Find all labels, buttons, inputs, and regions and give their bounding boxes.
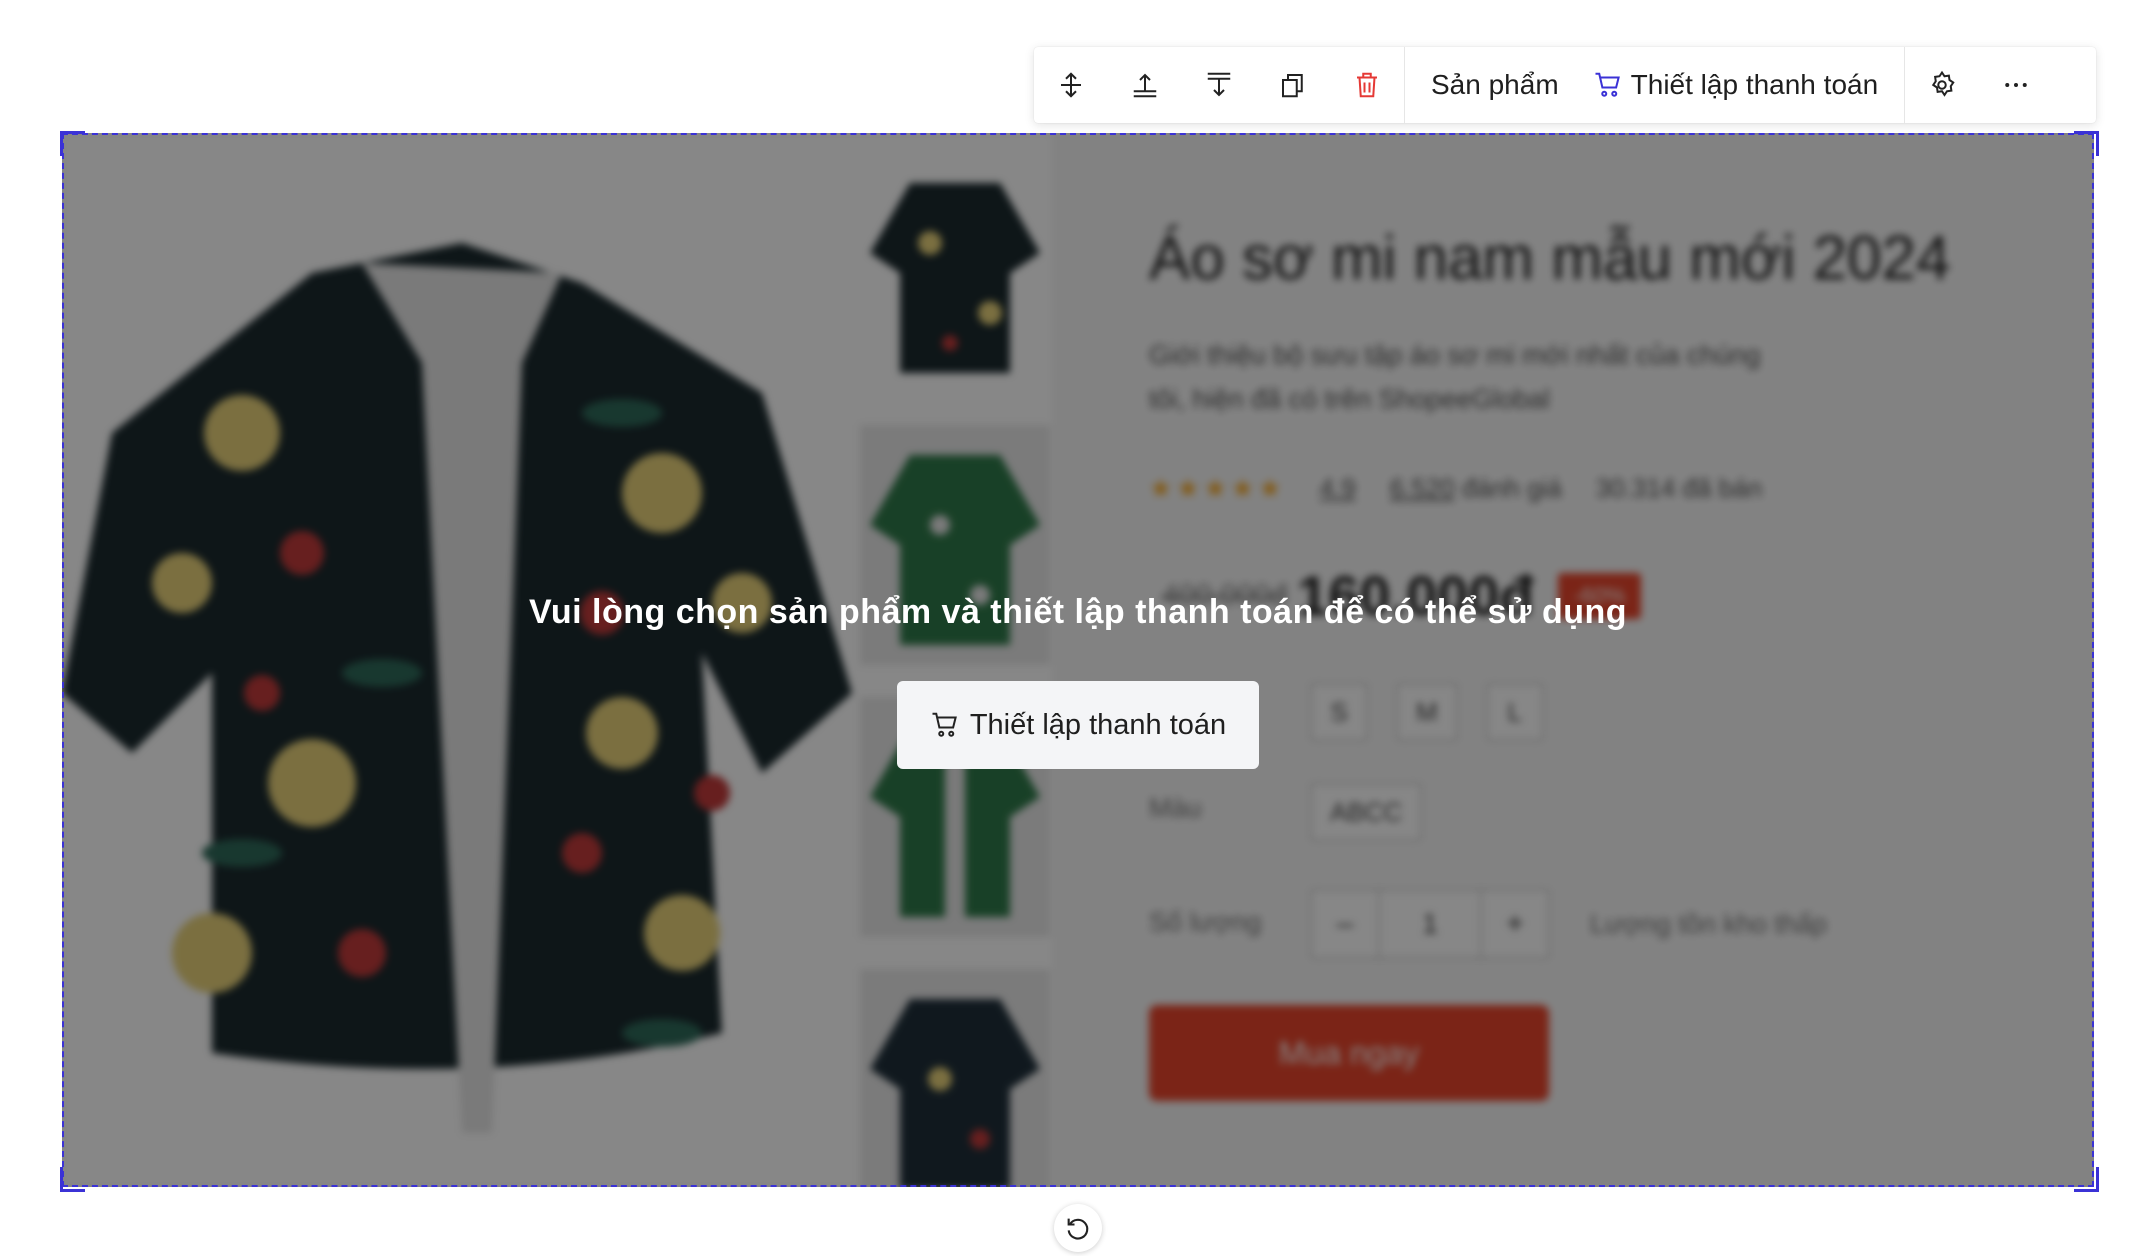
resize-handle[interactable] [2074, 1167, 2099, 1192]
product-section[interactable]: Áo sơ mi nam mẫu mới 2024 Giới thiệu bộ … [62, 133, 2094, 1187]
move-up-icon[interactable] [1108, 47, 1182, 123]
products-label: Sản phẩm [1431, 69, 1559, 100]
move-vertical-icon[interactable] [1034, 47, 1108, 123]
duplicate-icon[interactable] [1256, 47, 1330, 123]
checkout-setup-button[interactable]: Thiết lập thanh toán [1585, 47, 1905, 123]
disabled-overlay [62, 133, 2094, 1187]
section-toolbar: Sản phẩm Thiết lập thanh toán [1034, 47, 2096, 123]
rotate-ccw-icon [1067, 1218, 1089, 1240]
resize-handle[interactable] [2074, 131, 2099, 156]
settings-icon[interactable] [1905, 47, 1979, 123]
delete-icon[interactable] [1330, 47, 1404, 123]
reset-button[interactable] [1054, 1204, 1102, 1252]
products-button[interactable]: Sản phẩm [1405, 47, 1585, 123]
move-down-icon[interactable] [1182, 47, 1256, 123]
more-icon[interactable] [1979, 47, 2053, 123]
resize-handle[interactable] [60, 131, 85, 156]
checkout-setup-cta-button[interactable]: Thiết lập thanh toán [897, 681, 1259, 769]
cart-icon [932, 712, 957, 737]
checkout-setup-cta-label: Thiết lập thanh toán [969, 708, 1227, 741]
checkout-setup-label: Thiết lập thanh toán [1630, 69, 1879, 100]
resize-handle[interactable] [60, 1167, 85, 1192]
setup-notice: Vui lòng chọn sản phẩm và thiết lập than… [528, 593, 1628, 631]
cart-icon [1595, 72, 1620, 97]
